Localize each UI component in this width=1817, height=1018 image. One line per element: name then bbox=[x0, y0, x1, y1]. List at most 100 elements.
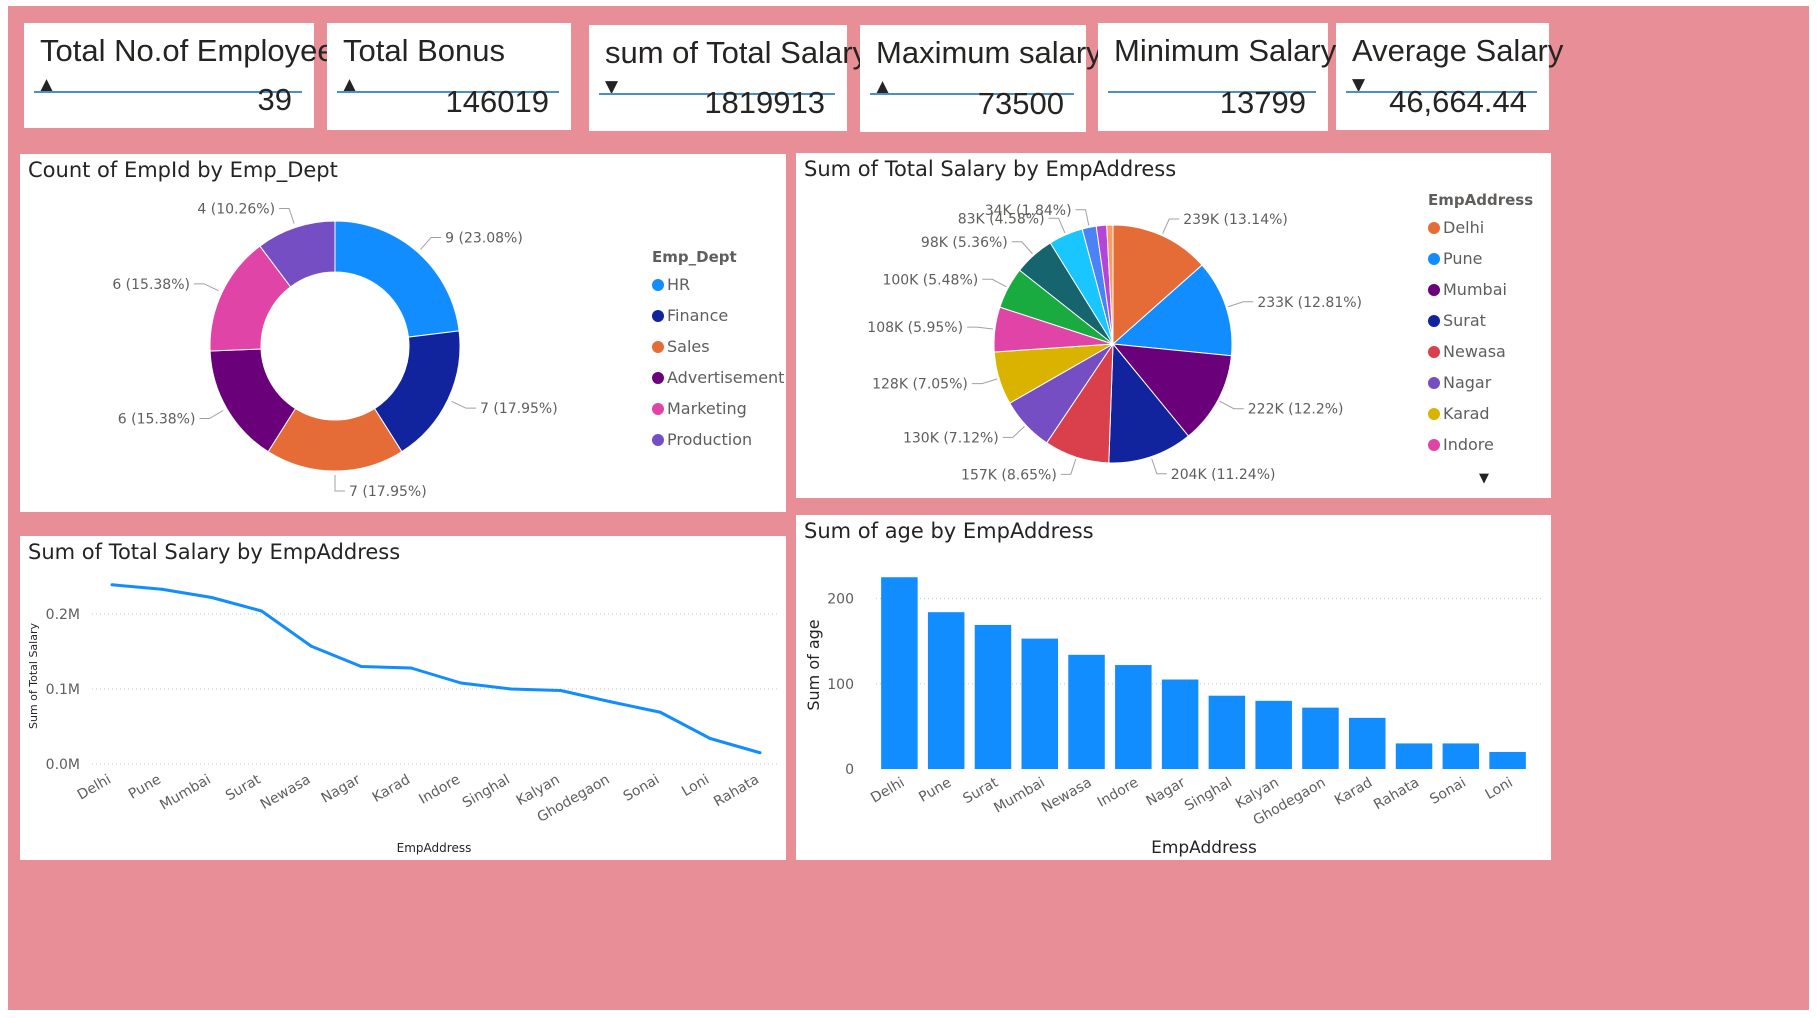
bar-ghodegaon[interactable] bbox=[1302, 707, 1339, 769]
legend-item-production[interactable]: Production bbox=[667, 430, 752, 449]
kpi-card-total-employees[interactable]: Total No.of Employees ▲ 39 bbox=[24, 23, 350, 128]
kpi-value: 146019 bbox=[445, 84, 549, 119]
bar-chart-visual[interactable]: Sum of age by EmpAddress 0 100 200 Delhi Pun… bbox=[796, 515, 1551, 860]
data-label: 7 (17.95%) bbox=[480, 401, 558, 417]
legend-item-hr[interactable]: HR bbox=[667, 275, 690, 294]
line-point-mumbai bbox=[210, 596, 214, 599]
x-tick-label: Nagar bbox=[319, 771, 364, 806]
x-tick-label: Singhal bbox=[460, 772, 513, 812]
legend-item-marketing[interactable]: Marketing bbox=[667, 399, 747, 418]
legend-item-advertisement[interactable]: Advertisement bbox=[667, 368, 784, 387]
donut-chart-visual[interactable]: Count of EmpId by Emp_Dept 9 (23.08%) 7 (… bbox=[20, 154, 786, 512]
y-tick-label: 0.2M bbox=[46, 607, 80, 623]
legend-item-newasa[interactable]: Newasa bbox=[1443, 342, 1506, 361]
x-tick-label: Delhi bbox=[868, 775, 907, 807]
bar-surat[interactable] bbox=[974, 624, 1012, 769]
legend-more-icon[interactable]: ▼ bbox=[1479, 471, 1489, 486]
data-label-leader bbox=[1227, 301, 1254, 308]
bar-rahata[interactable] bbox=[1395, 743, 1433, 769]
line-point-ghodegaon bbox=[608, 700, 612, 704]
donut-slice-hr[interactable] bbox=[334, 220, 460, 338]
bar-sonai[interactable] bbox=[1442, 743, 1480, 769]
x-tick-label: Pune bbox=[916, 775, 954, 806]
bar-singhal[interactable] bbox=[1208, 695, 1246, 769]
bar-kalyan[interactable] bbox=[1255, 700, 1292, 769]
kpi-card-maximum-salary[interactable]: Maximum salary ▲ 73500 bbox=[860, 25, 1102, 132]
data-label-leader bbox=[1011, 241, 1033, 255]
data-label: 6 (15.38%) bbox=[118, 412, 196, 428]
y-axis-title: Sum of Total Salary bbox=[27, 623, 40, 729]
data-label-leader bbox=[193, 283, 219, 292]
line-point-singhal bbox=[509, 687, 513, 691]
data-label: 4 (10.26%) bbox=[197, 201, 275, 217]
data-label: 9 (23.08%) bbox=[445, 230, 523, 246]
data-label-leader bbox=[1075, 209, 1090, 226]
kpi-title: Maximum salary bbox=[876, 35, 1102, 70]
data-label-leader bbox=[971, 378, 998, 385]
legend-item-sales[interactable]: Sales bbox=[667, 337, 710, 356]
line-point-delhi bbox=[110, 583, 114, 587]
x-tick-label: Indore bbox=[1095, 775, 1142, 811]
line-chart-visual[interactable]: Sum of Total Salary by EmpAddress 0.0M 0.… bbox=[20, 536, 786, 860]
line-point-indore bbox=[459, 681, 463, 685]
legend-item-delhi[interactable]: Delhi bbox=[1443, 218, 1484, 237]
pie-chart-visual[interactable]: Sum of Total Salary by EmpAddress 239K (… bbox=[796, 153, 1551, 498]
legend-item-surat[interactable]: Surat bbox=[1443, 311, 1486, 330]
bar-indore[interactable] bbox=[1115, 665, 1152, 769]
line-point-karad bbox=[409, 666, 413, 670]
data-label: 233K (12.81%) bbox=[1257, 295, 1362, 311]
legend-marker-hr bbox=[652, 279, 664, 291]
donut-chart-svg: 9 (23.08%) 7 (17.95%) 7 (17.95%) 6 (15.38%)… bbox=[112, 201, 784, 500]
y-tick-label: 200 bbox=[827, 592, 854, 608]
kpi-title: Total No.of Employees bbox=[40, 33, 351, 68]
data-label-leader bbox=[199, 410, 224, 419]
legend-item-nagar[interactable]: Nagar bbox=[1443, 373, 1492, 392]
data-label: 157K (8.65%) bbox=[961, 467, 1057, 483]
x-tick-label: Rahata bbox=[1371, 775, 1422, 814]
data-label-leader bbox=[279, 207, 295, 224]
x-tick-label: Nagar bbox=[1143, 774, 1188, 809]
data-label-leader bbox=[451, 400, 477, 409]
y-axis-title: Sum of age bbox=[804, 619, 823, 710]
legend-item-indore[interactable]: Indore bbox=[1443, 435, 1494, 454]
bar-nagar[interactable] bbox=[1161, 679, 1199, 769]
x-axis-title: EmpAddress bbox=[1151, 838, 1257, 858]
kpi-card-sum-total-salary[interactable]: sum of Total Salary ▼ 1819913 bbox=[589, 25, 868, 131]
y-tick-label: 0.1M bbox=[46, 682, 80, 698]
kpi-card-total-bonus[interactable]: Total Bonus ▲ 146019 bbox=[327, 23, 571, 130]
kpi-card-average-salary[interactable]: Average Salary ▼ 46,664.44 bbox=[1336, 23, 1563, 130]
bar-delhi[interactable] bbox=[881, 577, 918, 769]
x-tick-label: Delhi bbox=[75, 772, 114, 804]
data-label-leader bbox=[967, 326, 993, 330]
x-tick-label: Singhal bbox=[1182, 775, 1235, 815]
line-point-newasa bbox=[309, 644, 313, 648]
line-point-pune bbox=[160, 587, 164, 591]
x-tick-label: Mumbai bbox=[157, 772, 213, 814]
kpi-value: 13799 bbox=[1219, 85, 1306, 120]
kpi-card-minimum-salary[interactable]: Minimum Salary 13799 bbox=[1098, 23, 1336, 131]
legend-marker-marketing bbox=[652, 403, 664, 415]
y-tick-label: 0.0M bbox=[46, 757, 80, 773]
data-label: 7 (17.95%) bbox=[349, 484, 427, 500]
bar-loni[interactable] bbox=[1489, 751, 1526, 769]
legend-item-karad[interactable]: Karad bbox=[1443, 404, 1490, 423]
pie-chart-svg: 239K (13.14%) 233K (12.81%) 222K (12.2%) 20… bbox=[867, 191, 1533, 483]
line-point-rahata bbox=[758, 751, 762, 755]
line-point-surat bbox=[260, 609, 264, 613]
data-label: 6 (15.38%) bbox=[112, 277, 190, 293]
data-label-leader bbox=[334, 475, 345, 492]
bar-mumbai[interactable] bbox=[1021, 638, 1058, 769]
bar-pune[interactable] bbox=[927, 612, 965, 769]
x-tick-label: Karad bbox=[1332, 775, 1375, 809]
legend-item-pune[interactable]: Pune bbox=[1443, 249, 1483, 268]
data-label-leader bbox=[1060, 458, 1077, 475]
legend-title: Emp_Dept bbox=[652, 248, 737, 266]
data-label: 34K (1.84%) bbox=[985, 203, 1072, 219]
legend-item-mumbai[interactable]: Mumbai bbox=[1443, 280, 1507, 299]
legend-item-finance[interactable]: Finance bbox=[667, 306, 728, 325]
bar-newasa[interactable] bbox=[1068, 654, 1105, 769]
line-point-loni bbox=[708, 737, 712, 740]
data-label: 239K (13.14%) bbox=[1183, 212, 1288, 228]
kpi-value: 73500 bbox=[977, 86, 1064, 121]
bar-karad[interactable] bbox=[1349, 717, 1386, 769]
